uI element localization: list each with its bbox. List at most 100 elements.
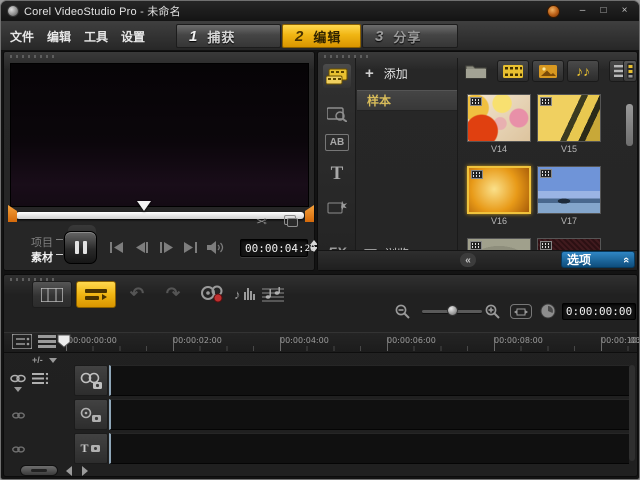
menu-tools[interactable]: 工具 [84,28,108,45]
enlarge-preview-icon[interactable] [284,215,296,225]
clip-thumbnail-v15[interactable] [537,94,601,142]
notification-badge-icon[interactable] [547,5,560,18]
video-track-lane[interactable] [109,365,629,396]
scroll-left-button[interactable] [66,466,72,476]
music-note-icon: ♪♪ [576,63,590,79]
storyboard-view-button[interactable] [32,281,72,308]
video-track-header[interactable] [74,365,108,396]
tab-edit[interactable]: 2 编辑 [282,24,361,48]
project-dash [56,239,63,240]
title-track-lane[interactable] [109,433,629,464]
media-library-tool[interactable] [323,64,351,88]
filter-audio-button[interactable]: ♪♪ [567,60,599,82]
overlay-track-icon [79,406,103,424]
transition-tool[interactable]: AB [325,134,349,151]
project-mode-label[interactable]: 项目 [31,234,53,250]
clip-thumbnail-v17[interactable] [537,166,601,214]
timeline-hscroll-thumb[interactable] [20,465,58,476]
preview-screen [10,63,309,207]
thumbnail-grid: V14 V15 V16 V17 [459,86,623,264]
close-button[interactable]: × [616,4,633,18]
thumbnail-label: V14 [467,144,531,154]
options-button[interactable]: 选项 « [561,251,635,268]
ruler-label: 00:00:06:00 [387,336,436,345]
clip-mode-label[interactable]: 素材 [31,249,53,265]
split-clip-scissors-icon[interactable]: ✂ [256,214,267,230]
panel-grip [10,55,56,58]
project-duration-clock-icon[interactable] [540,303,556,324]
clip-thumbnail-v14[interactable] [467,94,531,142]
collapse-nav-button[interactable]: « [460,253,476,267]
ruler-label: 00:00:04:00 [280,336,329,345]
thumbnail-label: V15 [537,144,601,154]
redo-button[interactable]: ↷ [160,284,186,304]
track-list-menu-icon[interactable] [38,335,56,353]
timeline-playhead-flag[interactable] [57,334,71,348]
track-manager-view-icon[interactable] [12,334,32,354]
menu-settings[interactable]: 设置 [121,28,145,45]
tab-capture[interactable]: 1 捕获 [176,24,281,48]
title-track-header[interactable]: T [74,433,108,464]
previous-frame-button[interactable] [132,241,152,253]
undo-button[interactable]: ↶ [124,284,150,304]
ruler-label: 00:00:02:00 [173,336,222,345]
video-clip-badge-icon [471,170,483,179]
thumbnail-size-button[interactable] [623,60,637,82]
overlay-track-lane[interactable] [109,399,629,430]
timeline-vscrollbar[interactable] [629,365,635,461]
clip-thumbnail-v16-selected[interactable] [467,166,531,214]
gallery-item-sample[interactable]: 样本 [357,90,457,111]
timeline-timecode[interactable]: 0:00:00:00 [562,303,636,320]
title-track-row: T [4,433,629,464]
sound-mixer-button[interactable]: ♪ [230,284,260,304]
timeline-ruler[interactable]: 00:00:00:00 00:00:02:00 00:00:04:00 00:0… [4,332,637,353]
maximize-button[interactable]: □ [595,4,612,18]
overlay-track-row [4,399,629,430]
title-ripple-icon[interactable] [12,441,25,459]
filter-videos-button[interactable] [497,60,529,82]
title-track-icon: T [80,441,88,456]
zoom-slider-thumb[interactable] [447,305,458,316]
title-tool[interactable]: T [323,162,351,186]
scroll-right-button[interactable] [82,466,88,476]
track-ripple-list-icon[interactable] [32,371,48,389]
folder-icon[interactable] [465,62,487,84]
end-button[interactable] [180,241,200,253]
tab-share[interactable]: 3 分享 [362,24,458,48]
track-manager-dropdown-icon [49,358,57,363]
filter-photos-button[interactable] [532,60,564,82]
thumbnail-label: V17 [537,216,601,226]
overlay-ripple-icon[interactable] [12,407,25,425]
menu-edit[interactable]: 编辑 [47,28,71,45]
add-folder-button[interactable]: + 添加 [365,64,408,82]
instant-project-tool[interactable] [323,102,351,126]
video-clip-badge-icon [540,97,552,106]
minimize-button[interactable]: – [574,4,591,18]
record-capture-button[interactable] [197,284,227,304]
window-title: Corel VideoStudio Pro - 未命名 [24,3,181,19]
gutter-expand-icon[interactable] [14,387,22,392]
timeline-view-button[interactable] [76,281,116,308]
home-button[interactable] [106,241,126,253]
app-window: Corel VideoStudio Pro - 未命名 – □ × 文件 编辑 … [0,0,640,480]
pause-button[interactable] [64,231,97,264]
next-frame-button[interactable] [156,241,176,253]
chevron-up-icon: « [620,256,632,262]
trim-start-handle[interactable] [8,205,17,222]
overlay-track-header[interactable] [74,399,108,430]
video-track-row [4,365,629,396]
volume-icon[interactable] [204,241,228,253]
zoom-out-icon[interactable] [395,304,411,324]
library-scrollbar[interactable] [626,104,633,146]
video-track-icon [79,372,103,390]
trim-end-handle[interactable] [305,205,314,222]
auto-music-button[interactable] [258,284,288,304]
menu-file[interactable]: 文件 [10,28,34,45]
zoom-in-icon[interactable] [485,304,501,324]
graphic-tool[interactable] [323,196,351,220]
track-manager-button[interactable]: +/- [32,355,57,365]
scrubber-playhead[interactable] [137,201,151,211]
fit-project-to-window-button[interactable] [510,304,532,319]
ruler-label: 00:00:08:00 [494,336,543,345]
preview-timecode[interactable]: 00:00:04:20 [240,239,308,257]
